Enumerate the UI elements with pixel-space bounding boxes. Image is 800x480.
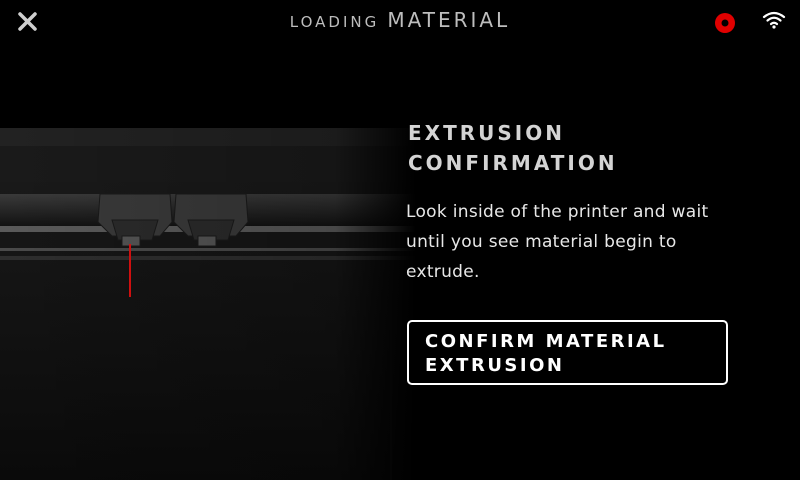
instructions-line-2: until you see material begin to (406, 232, 677, 252)
loading-material-screen: LOADING MATERIAL EXTRUSION CONFIRMATION … (0, 0, 800, 480)
confirm-material-extrusion-button[interactable]: CONFIRM MATERIAL EXTRUSION (407, 320, 728, 385)
title-main: MATERIAL (387, 8, 511, 32)
top-bar: LOADING MATERIAL (0, 0, 800, 44)
instructions-line-3: extrude. (406, 262, 480, 282)
confirm-button-label-line-2: EXTRUSION (425, 355, 565, 376)
instructions-line-1: Look inside of the printer and wait (406, 202, 709, 222)
page-title: LOADING MATERIAL (0, 8, 800, 32)
section-heading: EXTRUSION CONFIRMATION (408, 118, 768, 178)
heading-line-2: CONFIRMATION (408, 151, 618, 175)
confirm-button-label-line-1: CONFIRM MATERIAL (425, 331, 667, 352)
title-prefix: LOADING (289, 13, 380, 31)
wifi-icon (762, 10, 786, 30)
heading-line-1: EXTRUSION (408, 121, 565, 145)
instructions-text: Look inside of the printer and wait unti… (406, 197, 756, 287)
record-status-icon (715, 13, 735, 33)
